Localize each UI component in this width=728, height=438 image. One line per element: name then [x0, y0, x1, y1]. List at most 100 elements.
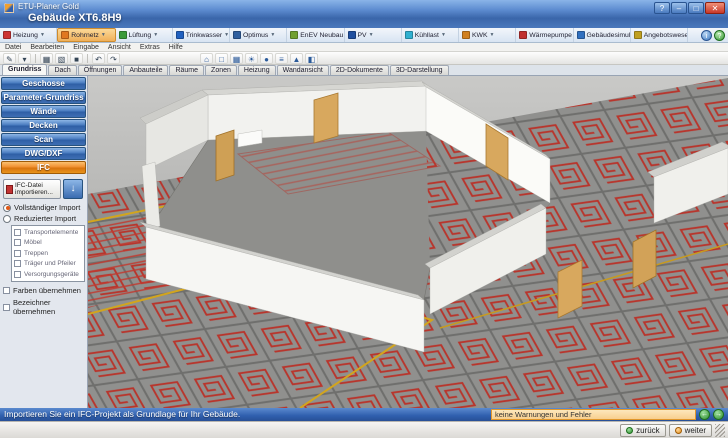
chevron-down-icon: ▼ — [224, 32, 229, 38]
app-title: ETU-Planer Gold — [18, 2, 79, 11]
tab-raeume[interactable]: Räume — [169, 65, 204, 75]
hatch-icon[interactable]: ▧ — [55, 53, 68, 64]
list-item[interactable]: Treppen — [14, 248, 82, 259]
pencil-icon[interactable]: ✎ — [3, 53, 16, 64]
checkbox-icon — [14, 239, 21, 246]
app-window: ETU-Planer Gold Gebäude XT6.8H9 ? – □ ✕ … — [0, 0, 728, 438]
menu-eingabe[interactable]: Eingabe — [73, 44, 99, 51]
section-icon[interactable]: ◧ — [305, 53, 318, 64]
sidebar-item-geschosse[interactable]: Geschosse — [1, 77, 86, 90]
next-button[interactable]: weiter — [669, 424, 712, 437]
heizung-icon — [3, 31, 11, 39]
warning-field[interactable]: keine Warnungen und Fehler — [491, 409, 696, 420]
help-button[interactable]: ? — [654, 2, 670, 14]
tab-waermepumpe[interactable]: Wärmepumpe▼ — [516, 28, 573, 42]
tab-kuehllast[interactable]: Kühllast▼ — [402, 28, 459, 42]
status-message: Importieren Sie ein IFC-Projekt als Grun… — [4, 408, 240, 421]
tab-heizung[interactable]: Heizung▼ — [0, 28, 57, 42]
ifc-file-icon — [6, 185, 13, 194]
maximize-button[interactable]: □ — [688, 2, 704, 14]
window-controls: ? – □ ✕ — [654, 2, 725, 14]
tab-zonen[interactable]: Zonen — [205, 65, 237, 75]
toolbar-separator — [87, 54, 88, 63]
menu-bearbeiten[interactable]: Bearbeiten — [30, 44, 64, 51]
tab-enev-neubau[interactable]: EnEV Neubau▼ — [287, 28, 344, 42]
tab-heizung-sub[interactable]: Heizung — [238, 65, 276, 75]
kuehllast-icon — [405, 31, 413, 39]
radio-icon — [3, 215, 11, 223]
checkbox-bezeichner[interactable]: Bezeichner übernehmen — [3, 298, 84, 316]
ifc-import-button[interactable]: IFC-Datei importieren... — [3, 179, 61, 199]
radio-full-import[interactable]: Vollständiger Import — [3, 203, 84, 212]
back-icon — [626, 427, 633, 434]
wireframe-icon[interactable]: □ — [215, 53, 228, 64]
next-icon — [675, 427, 682, 434]
next-warning-button[interactable]: → — [713, 409, 724, 420]
tab-3d-darstellung[interactable]: 3D-Darstellung — [390, 65, 449, 75]
tab-angebotswesen[interactable]: Angebotswesen▼ — [631, 28, 688, 42]
checkbox-farben[interactable]: Farben übernehmen — [3, 286, 84, 295]
checkbox-icon — [3, 304, 10, 311]
status-bar: Importieren Sie ein IFC-Projekt als Grun… — [0, 408, 728, 421]
menu-ansicht[interactable]: Ansicht — [108, 44, 131, 51]
north-arrow-icon[interactable]: ▲ — [290, 53, 303, 64]
reduced-import-listbox[interactable]: Transportelemente Möbel Treppen Träger u… — [11, 225, 85, 282]
sidebar-item-waende[interactable]: Wände — [1, 105, 86, 118]
layers-icon[interactable]: ≡ — [275, 53, 288, 64]
tab-kwk[interactable]: KWK▼ — [459, 28, 516, 42]
minimize-button[interactable]: – — [671, 2, 687, 14]
tab-2d-dokumente[interactable]: 2D-Dokumente — [330, 65, 389, 75]
tab-optimus[interactable]: Optimus▼ — [230, 28, 287, 42]
close-button[interactable]: ✕ — [705, 2, 725, 14]
tab-rohrnetz[interactable]: Rohrnetz▼ — [57, 28, 115, 42]
chevron-down-icon: ▼ — [441, 32, 446, 38]
redo-icon[interactable]: ↷ — [107, 53, 120, 64]
tab-dach[interactable]: Dach — [48, 65, 76, 75]
back-button[interactable]: zurück — [620, 424, 666, 437]
sidebar-item-parameter-grundriss[interactable]: Parameter-Grundriss — [1, 91, 86, 104]
sidebar-item-scan[interactable]: Scan — [1, 133, 86, 146]
tab-trinkwasser[interactable]: Trinkwasser▼ — [173, 28, 230, 42]
home-view-icon[interactable]: ⌂ — [200, 53, 213, 64]
checkbox-icon — [14, 229, 21, 236]
help-icon[interactable]: ? — [714, 30, 725, 41]
lueftung-icon — [119, 31, 127, 39]
sidebar-item-dwg-dxf[interactable]: DWG/DXF — [1, 147, 86, 160]
list-item[interactable]: Versorgungsgeräte — [14, 269, 82, 280]
tab-grundriss[interactable]: Grundriss — [2, 64, 47, 75]
enev-icon — [290, 31, 298, 39]
radio-icon — [3, 204, 11, 212]
ifc-options-button[interactable]: ↓ — [63, 179, 83, 199]
tab-gebaeudesimulation[interactable]: Gebäudesimulation▼ — [574, 28, 631, 42]
angebotswesen-icon — [634, 31, 642, 39]
sun-icon[interactable]: ☀ — [245, 53, 258, 64]
title-bar: ETU-Planer Gold Gebäude XT6.8H9 ? – □ ✕ — [0, 0, 728, 28]
info-icon[interactable]: i — [701, 30, 712, 41]
tab-wandansicht[interactable]: Wandansicht — [277, 65, 329, 75]
wooden-door — [216, 130, 234, 181]
render-icon[interactable]: ● — [260, 53, 273, 64]
radio-reduced-import[interactable]: Reduzierter Import — [3, 214, 84, 223]
menu-bar: Datei Bearbeiten Eingabe Ansicht Extras … — [0, 43, 728, 52]
tab-pv[interactable]: PV▼ — [345, 28, 402, 42]
fill-icon[interactable]: ■ — [70, 53, 83, 64]
list-item[interactable]: Möbel — [14, 238, 82, 249]
sidebar-item-decken[interactable]: Decken — [1, 119, 86, 132]
tab-oeffnungen[interactable]: Öffnungen — [78, 65, 123, 75]
list-item[interactable]: Transportelemente — [14, 227, 82, 238]
prev-warning-button[interactable]: ← — [699, 409, 710, 420]
resize-grip[interactable] — [715, 424, 725, 437]
trinkwasser-icon — [176, 31, 184, 39]
chevron-down-icon[interactable]: ▾ — [18, 53, 31, 64]
tiles-icon[interactable]: ▦ — [230, 53, 243, 64]
menu-datei[interactable]: Datei — [5, 44, 21, 51]
grid-icon[interactable]: ▦ — [40, 53, 53, 64]
3d-building-view[interactable] — [88, 76, 728, 408]
tab-lueftung[interactable]: Lüftung▼ — [116, 28, 173, 42]
sidebar-item-ifc[interactable]: IFC — [1, 161, 86, 174]
list-item[interactable]: Träger und Pfeiler — [14, 259, 82, 270]
menu-hilfe[interactable]: Hilfe — [169, 44, 183, 51]
tab-anbauteile[interactable]: Anbauteile — [123, 65, 168, 75]
undo-icon[interactable]: ↶ — [92, 53, 105, 64]
menu-extras[interactable]: Extras — [140, 44, 160, 51]
